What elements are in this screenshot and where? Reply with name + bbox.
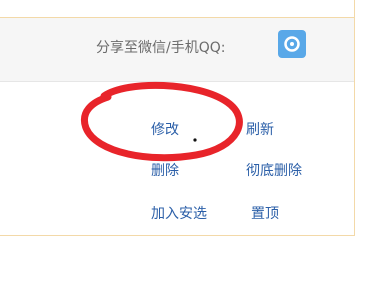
edit-link[interactable]: 修改 [151,119,179,139]
action-links: 修改 刷新 删除 彻底删除 加入安选 置顶 [0,0,354,236]
delete-link[interactable]: 删除 [151,160,179,180]
add-featured-link[interactable]: 加入安选 [151,203,207,223]
post-actions-panel: 分享至微信/手机QQ: 修改 刷新 删除 彻底删除 加入安选 置顶 [0,0,355,236]
page: 分享至微信/手机QQ: 修改 刷新 删除 彻底删除 加入安选 置顶 [0,0,390,290]
pin-link[interactable]: 置顶 [251,203,279,223]
refresh-link[interactable]: 刷新 [246,119,274,139]
purge-link[interactable]: 彻底删除 [246,160,302,180]
